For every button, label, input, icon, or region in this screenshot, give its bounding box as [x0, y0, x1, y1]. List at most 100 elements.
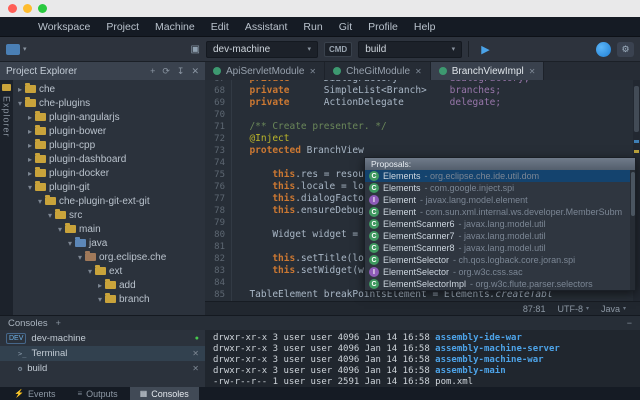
process-dev-machine[interactable]: DEV dev-machine ●	[0, 331, 205, 346]
proposal-item[interactable]: CElementsorg.eclipse.che.ide.util.dom	[365, 170, 635, 182]
tree-item[interactable]: ▸plugin-angularjs	[13, 110, 205, 124]
minimize-panel-icon[interactable]: −	[627, 318, 632, 328]
tree-item[interactable]: ▾src	[13, 208, 205, 222]
tab-chegitmodule[interactable]: CheGitModule ✕	[325, 62, 431, 80]
explorer-side-tab[interactable]: Explorer	[0, 80, 13, 315]
workspace-selector[interactable]: ▾	[6, 44, 27, 55]
maximize-window-button[interactable]	[38, 4, 47, 13]
expand-arrow-icon[interactable]: ▾	[45, 211, 55, 220]
tab-branchviewimpl[interactable]: BranchViewImpl ✕	[431, 62, 545, 80]
tab-apiservletmodule[interactable]: ApiServletModule ✕	[205, 62, 325, 80]
proposal-item[interactable]: CElementSelectorch.qos.logback.core.jora…	[365, 254, 635, 266]
running-status-icon: ●	[195, 335, 199, 342]
expand-arrow-icon[interactable]: ▸	[25, 155, 35, 164]
tree-item[interactable]: ▾che-plugins	[13, 96, 205, 110]
add-project-icon[interactable]: +	[150, 67, 155, 76]
code-line[interactable]: 72 @Inject	[205, 133, 640, 145]
tree-item[interactable]: ▾branch	[13, 292, 205, 306]
close-icon[interactable]: ✕	[529, 67, 536, 76]
proposal-item[interactable]: CElementScanner8javax.lang.model.util	[365, 242, 635, 254]
process-build[interactable]: ⚙ build ✕	[0, 361, 205, 376]
code-line[interactable]: 73 protected BranchView	[205, 145, 640, 157]
machine-icon: ▣	[191, 44, 200, 55]
folder-icon	[35, 141, 46, 149]
menu-assistant[interactable]: Assistant	[237, 17, 296, 37]
menu-run[interactable]: Run	[295, 17, 330, 37]
expand-arrow-icon[interactable]: ▸	[15, 85, 25, 94]
process-list: DEV dev-machine ● >_ Terminal ✕ ⚙ build …	[0, 330, 205, 387]
proposal-item[interactable]: CElementscom.google.inject.spi	[365, 182, 635, 194]
tree-item[interactable]: ▸che	[13, 82, 205, 96]
tab-events[interactable]: ⚡Events	[4, 387, 65, 400]
expand-arrow-icon[interactable]: ▾	[55, 225, 65, 234]
menu-git[interactable]: Git	[331, 17, 360, 37]
tree-item[interactable]: ▸plugin-bower	[13, 124, 205, 138]
expand-arrow-icon[interactable]: ▸	[25, 113, 35, 122]
menu-project[interactable]: Project	[98, 17, 147, 37]
command-selector[interactable]: build ▾	[358, 41, 462, 58]
expand-arrow-icon[interactable]: ▾	[15, 99, 25, 108]
expand-arrow-icon[interactable]: ▾	[75, 253, 85, 262]
run-command-button[interactable]: ▶	[481, 43, 489, 56]
scrollbar-thumb[interactable]	[634, 86, 639, 132]
expand-arrow-icon[interactable]: ▾	[85, 267, 95, 276]
expand-arrow-icon[interactable]: ▾	[35, 197, 45, 206]
import-icon[interactable]: ↧	[177, 67, 185, 76]
close-window-button[interactable]	[8, 4, 17, 13]
proposal-item[interactable]: CElementScanner7javax.lang.model.util	[365, 230, 635, 242]
proposal-item[interactable]: CElementScanner6javax.lang.model.util	[365, 218, 635, 230]
close-icon[interactable]: ✕	[415, 67, 422, 76]
tree-item[interactable]: ▸plugin-dashboard	[13, 152, 205, 166]
proposals-scrollbar[interactable]	[630, 170, 635, 290]
console-output-line: drwxr-xr-x 3 user user 4096 Jan 14 16:58…	[213, 344, 640, 355]
expand-arrow-icon[interactable]: ▸	[95, 281, 105, 290]
scrollbar-thumb[interactable]	[631, 172, 635, 216]
delete-icon[interactable]: ✕	[191, 67, 199, 76]
tree-item[interactable]: ▾che-plugin-git-ext-git	[13, 194, 205, 208]
process-terminal[interactable]: >_ Terminal ✕	[0, 346, 205, 361]
proposal-item[interactable]: IElementjavax.lang.model.element	[365, 194, 635, 206]
encoding-selector[interactable]: UTF-8▾	[557, 304, 589, 314]
notifications-badge[interactable]	[596, 42, 611, 57]
folder-icon	[35, 127, 46, 135]
tab-outputs[interactable]: ≡Outputs	[67, 387, 127, 400]
proposal-item[interactable]: IElementSelectororg.w3c.css.sac	[365, 266, 635, 278]
menu-workspace[interactable]: Workspace	[30, 17, 98, 37]
close-icon[interactable]: ✕	[192, 349, 199, 358]
minimize-window-button[interactable]	[23, 4, 32, 13]
expand-arrow-icon[interactable]: ▾	[25, 183, 35, 192]
code-line[interactable]: 69 private ActionDelegate delegate;	[205, 97, 640, 109]
add-console-icon[interactable]: +	[56, 318, 61, 328]
class-icon: C	[369, 207, 379, 217]
machine-selector[interactable]: dev-machine ▾	[206, 41, 318, 58]
tree-item[interactable]: ▸add	[13, 278, 205, 292]
menu-machine[interactable]: Machine	[147, 17, 203, 37]
menu-edit[interactable]: Edit	[203, 17, 237, 37]
tree-item[interactable]: ▸plugin-docker	[13, 166, 205, 180]
code-line[interactable]: 68 private SimpleList<Branch> branches;	[205, 85, 640, 97]
expand-arrow-icon[interactable]: ▾	[95, 295, 105, 304]
tree-item[interactable]: ▾java	[13, 236, 205, 250]
settings-button[interactable]: ⚙	[617, 42, 634, 57]
expand-arrow-icon[interactable]: ▸	[25, 127, 35, 136]
tree-item[interactable]: ▾ext	[13, 264, 205, 278]
tree-item[interactable]: ▾plugin-git	[13, 180, 205, 194]
tree-item[interactable]: ▾main	[13, 222, 205, 236]
proposal-item[interactable]: CElementcom.sun.xml.internal.ws.develope…	[365, 206, 635, 218]
code-line[interactable]: 70	[205, 109, 640, 121]
tab-consoles[interactable]: ▦Consoles	[130, 387, 199, 400]
terminal-output[interactable]: drwxr-xr-x 3 user user 4096 Jan 14 16:58…	[205, 330, 640, 387]
tree-item[interactable]: ▸plugin-cpp	[13, 138, 205, 152]
refresh-icon[interactable]: ⟳	[162, 67, 170, 76]
close-icon[interactable]: ✕	[192, 364, 199, 373]
expand-arrow-icon[interactable]: ▸	[25, 169, 35, 178]
close-icon[interactable]: ✕	[309, 67, 316, 76]
expand-arrow-icon[interactable]: ▸	[25, 141, 35, 150]
menu-profile[interactable]: Profile	[360, 17, 406, 37]
proposal-item[interactable]: CElementSelectorImplorg.w3c.flute.parser…	[365, 278, 635, 290]
language-selector[interactable]: Java▾	[601, 304, 626, 314]
tree-item[interactable]: ▾org.eclipse.che	[13, 250, 205, 264]
menu-help[interactable]: Help	[406, 17, 444, 37]
code-line[interactable]: 71 /** Create presenter. */	[205, 121, 640, 133]
expand-arrow-icon[interactable]: ▾	[65, 239, 75, 248]
